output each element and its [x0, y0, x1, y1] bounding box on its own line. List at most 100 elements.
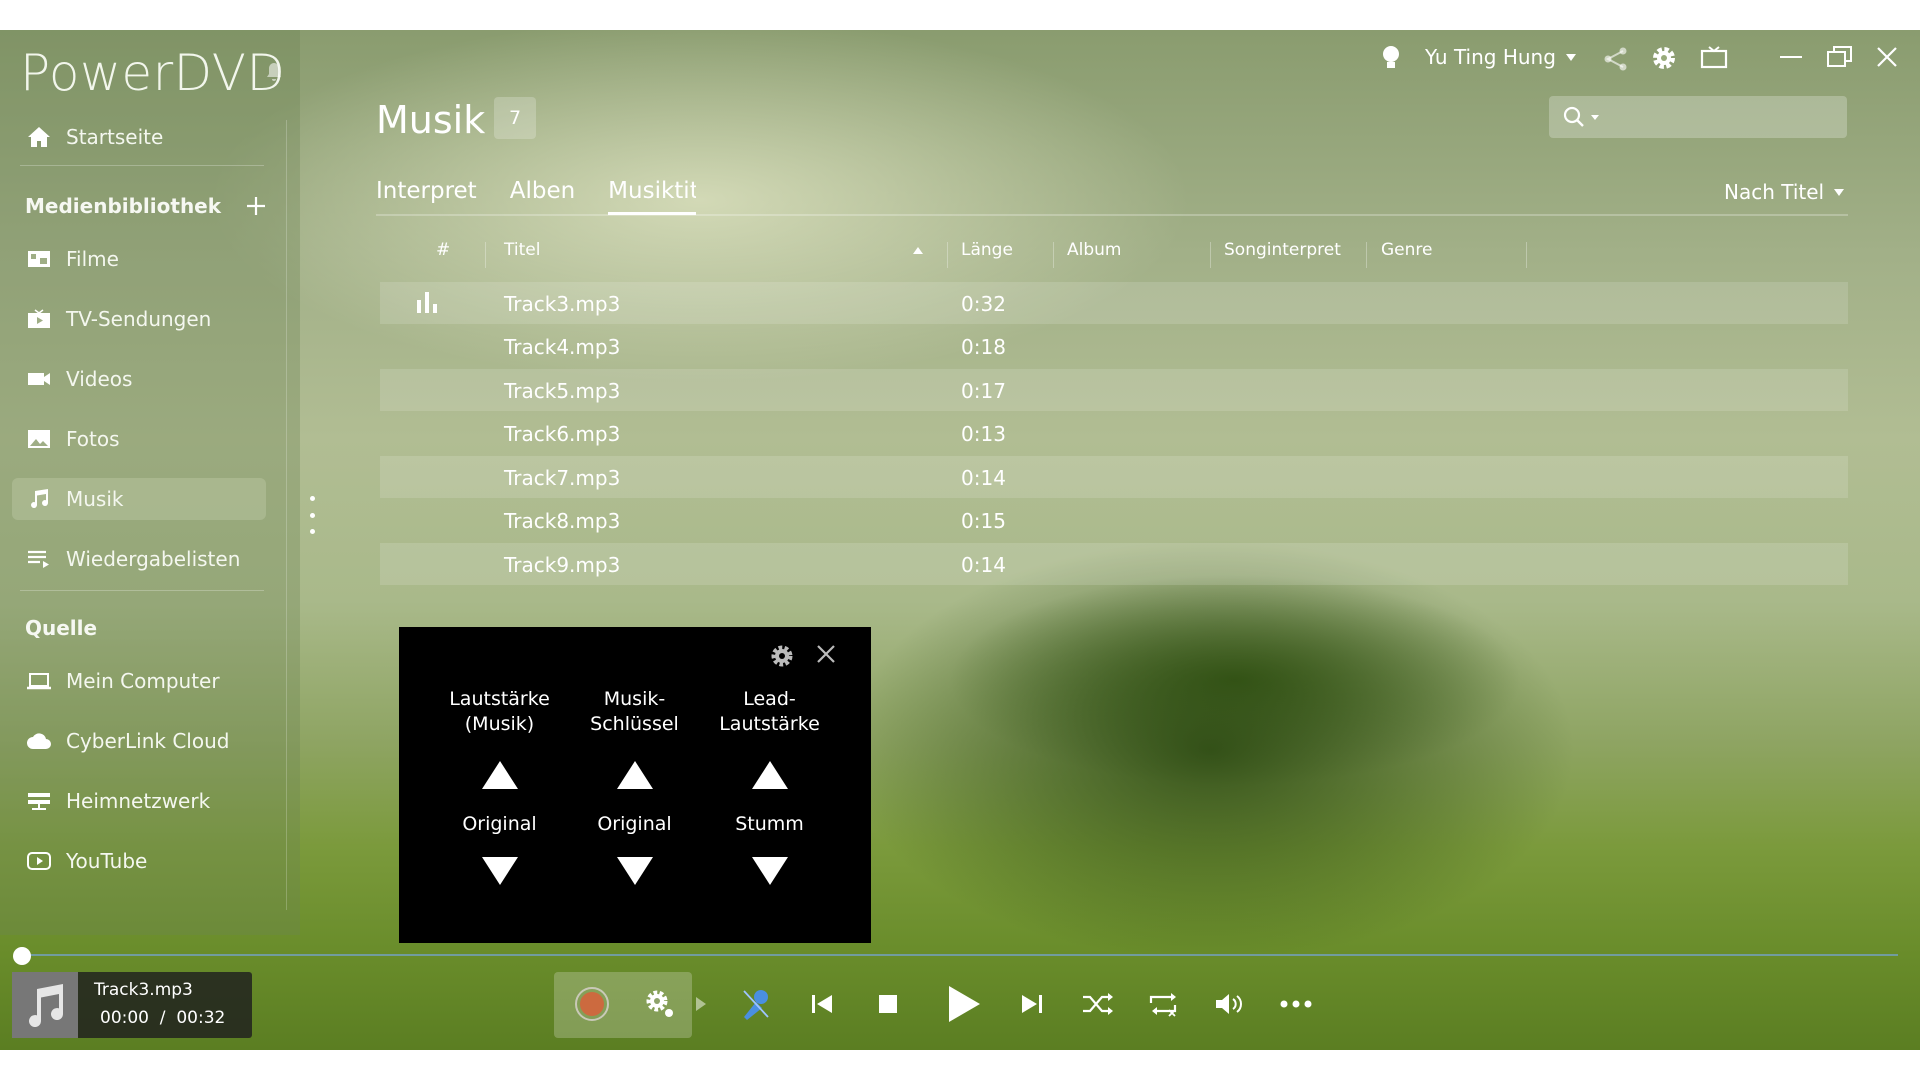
shuffle-button[interactable]	[1078, 984, 1118, 1024]
karaoke-settings-button[interactable]	[640, 984, 680, 1024]
track-title: Track3.mp3	[504, 292, 621, 316]
table-row[interactable]: Track4.mp3 0:18	[380, 325, 1848, 367]
sidebar-item-tv-shows[interactable]: TV-Sendungen	[12, 298, 266, 340]
repeat-button[interactable]	[1144, 984, 1184, 1024]
table-row[interactable]: Track3.mp3 0:32	[380, 282, 1848, 324]
notification-bell-icon[interactable]	[266, 62, 282, 82]
column-separator[interactable]	[1053, 242, 1054, 268]
sidebar-item-cyberlink-cloud[interactable]: CyberLink Cloud	[12, 720, 266, 762]
now-playing-card[interactable]: Track3.mp3 00:00 / 00:32	[12, 972, 252, 1038]
network-icon	[24, 786, 54, 816]
sidebar-item-photos[interactable]: Fotos	[12, 418, 266, 460]
source-header: Quelle	[25, 616, 98, 640]
column-separator[interactable]	[947, 242, 948, 268]
mini-player-icon[interactable]	[1700, 46, 1728, 70]
track-title: Track4.mp3	[504, 335, 621, 359]
settings-gear-icon[interactable]	[769, 643, 795, 669]
column-header-number[interactable]: #	[436, 240, 450, 260]
track-title: Track9.mp3	[504, 553, 621, 577]
current-time: 00:00	[100, 1008, 149, 1028]
play-icon	[949, 986, 980, 1022]
track-length: 0:18	[961, 335, 1006, 359]
column-separator[interactable]	[1210, 242, 1211, 268]
table-row[interactable]: Track9.mp3 0:14	[380, 543, 1848, 585]
speaker-icon	[1216, 994, 1242, 1014]
divider	[20, 590, 264, 591]
sidebar-item-my-computer[interactable]: Mein Computer	[12, 660, 266, 702]
settings-gear-icon[interactable]	[1650, 44, 1678, 72]
column-header-title[interactable]: Titel	[504, 240, 540, 260]
sidebar-item-movies[interactable]: Filme	[12, 238, 266, 280]
sidebar-item-music[interactable]: Musik	[12, 478, 266, 520]
table-row[interactable]: Track8.mp3 0:15	[380, 499, 1848, 541]
track-length: 0:14	[961, 553, 1006, 577]
column-header-length[interactable]: Länge	[961, 240, 1013, 260]
search-icon[interactable]	[1563, 106, 1601, 128]
column-header-song-artist[interactable]: Songinterpret	[1224, 240, 1341, 260]
column-header-album[interactable]: Album	[1067, 240, 1121, 260]
close-window-icon[interactable]	[1877, 47, 1897, 67]
user-menu[interactable]: Yu Ting Hung	[1425, 45, 1576, 69]
more-controls-button[interactable]	[1276, 984, 1316, 1024]
sidebar-item-home-network[interactable]: Heimnetzwerk	[12, 780, 266, 822]
decrease-arrow-icon[interactable]	[751, 857, 788, 885]
column-separator[interactable]	[1526, 242, 1527, 268]
decrease-arrow-icon[interactable]	[616, 857, 653, 885]
increase-arrow-icon[interactable]	[751, 761, 788, 789]
tab-tracks[interactable]: Musiktitel	[608, 178, 697, 215]
more-options-icon[interactable]	[309, 496, 315, 534]
sidebar-item-label: CyberLink Cloud	[66, 729, 230, 753]
tab-artists[interactable]: Interpret	[376, 178, 477, 215]
increase-arrow-icon[interactable]	[616, 761, 653, 789]
album-art	[12, 972, 78, 1038]
karaoke-mic-button[interactable]	[736, 984, 776, 1024]
sidebar-item-label: Startseite	[66, 125, 164, 149]
table-row[interactable]: Track7.mp3 0:14	[380, 456, 1848, 498]
previous-track-button[interactable]	[802, 984, 842, 1024]
next-track-button[interactable]	[1012, 984, 1052, 1024]
user-name: Yu Ting Hung	[1425, 45, 1556, 69]
sidebar-item-home[interactable]: Startseite	[12, 116, 266, 158]
restore-window-icon[interactable]	[1827, 46, 1853, 68]
close-icon[interactable]	[815, 643, 837, 665]
column-separator[interactable]	[485, 242, 486, 268]
sort-dropdown[interactable]: Nach Titel	[1724, 180, 1845, 204]
column-header-genre[interactable]: Genre	[1381, 240, 1432, 260]
sidebar-item-playlists[interactable]: Wiedergabelisten	[12, 538, 266, 580]
share-icon[interactable]	[1603, 46, 1629, 72]
expand-arrow-icon[interactable]	[695, 996, 707, 1012]
shuffle-icon	[1083, 993, 1113, 1015]
tab-bar: Interpret Alben Musiktitel	[376, 178, 729, 215]
now-playing-title: Track3.mp3	[94, 980, 193, 1000]
seek-bar[interactable]	[22, 954, 1898, 956]
sidebar-splitter[interactable]	[286, 120, 287, 910]
sidebar-item-youtube[interactable]: YouTube	[12, 840, 266, 882]
seek-handle[interactable]	[13, 947, 31, 965]
minimize-icon[interactable]	[1780, 56, 1802, 60]
lightbulb-icon[interactable]	[1378, 44, 1404, 72]
record-icon	[575, 987, 609, 1021]
table-row[interactable]: Track5.mp3 0:17	[380, 369, 1848, 411]
track-length: 0:15	[961, 509, 1006, 533]
table-row[interactable]: Track6.mp3 0:13	[380, 412, 1848, 454]
table-header: # Titel Länge Album Songinterpret Genre	[380, 240, 1848, 270]
volume-button[interactable]	[1210, 984, 1250, 1024]
laptop-icon	[24, 666, 54, 696]
control-label: Lautstärke (Musik)	[449, 688, 550, 735]
search-box[interactable]	[1549, 96, 1847, 138]
play-button[interactable]	[940, 984, 988, 1024]
stop-button[interactable]	[868, 984, 908, 1024]
playlist-icon	[24, 544, 54, 574]
column-separator[interactable]	[1366, 242, 1367, 268]
page-title: Musik	[376, 98, 486, 142]
music-key-control: Musik- Schlüssel Original	[567, 687, 702, 885]
track-title: Track6.mp3	[504, 422, 621, 446]
sidebar-item-videos[interactable]: Videos	[12, 358, 266, 400]
decrease-arrow-icon[interactable]	[481, 857, 518, 885]
increase-arrow-icon[interactable]	[481, 761, 518, 789]
record-button[interactable]	[572, 984, 612, 1024]
control-value: Original	[597, 813, 672, 835]
tab-albums[interactable]: Alben	[510, 178, 575, 215]
add-library-icon[interactable]	[246, 196, 266, 216]
tv-icon	[24, 304, 54, 334]
